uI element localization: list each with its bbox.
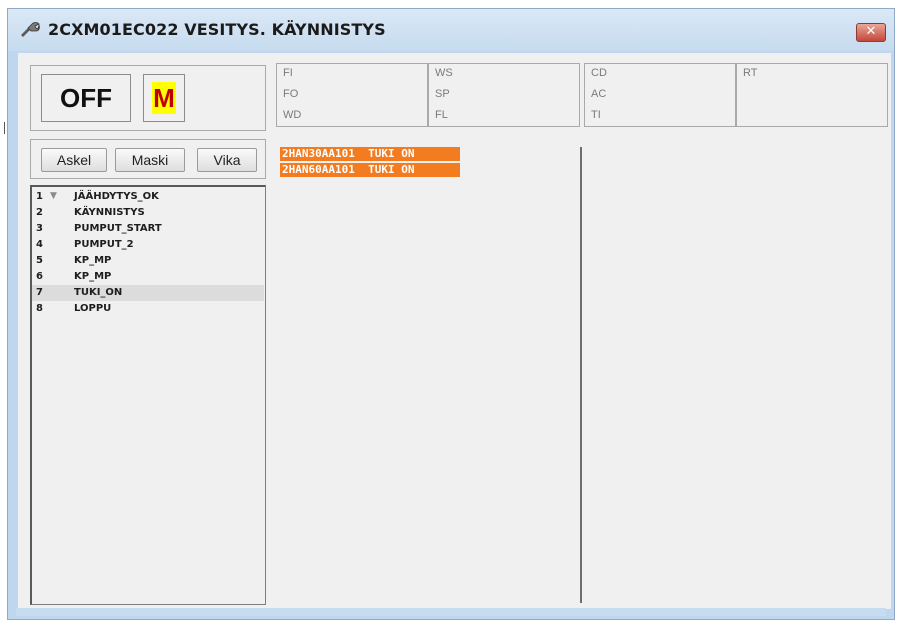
code-sp: SP (435, 88, 450, 100)
list-item-selected[interactable]: 7 TUKI_ON (32, 285, 264, 301)
mode-panel: OFF M (30, 65, 266, 131)
step-label: JÄÄHDYTYS_OK (74, 191, 159, 202)
code-rt: RT (743, 67, 758, 79)
title-bar[interactable]: 2CXM01EC022 VESITYS. KÄYNNISTYS ✕ (8, 9, 894, 51)
step-number: 1 (36, 191, 43, 202)
alarm-row[interactable]: 2HAN30AA101 TUKI ON (280, 147, 460, 161)
step-label: TUKI_ON (74, 287, 123, 298)
code-cell-2: WS SP FL (428, 63, 580, 127)
code-fl: FL (435, 109, 448, 121)
action-button-row: Askel Maski Vika (30, 139, 266, 179)
step-number: 8 (36, 303, 43, 314)
code-ac: AC (591, 88, 607, 100)
run-state-indicator: OFF (41, 74, 131, 122)
step-label: PUMPUT_START (74, 223, 162, 234)
manual-mode-indicator: M (152, 82, 176, 114)
step-label: KP_MP (74, 271, 112, 282)
alarm-row[interactable]: 2HAN60AA101 TUKI ON (280, 163, 460, 177)
code-wd: WD (283, 109, 302, 121)
step-number: 7 (36, 287, 43, 298)
code-ti: TI (591, 109, 601, 121)
list-item[interactable]: 8 LOPPU (32, 301, 264, 317)
code-fi: FI (283, 67, 293, 79)
step-label: LOPPU (74, 303, 112, 314)
window-bottom-border (16, 608, 886, 616)
mode-indicator-box: M (143, 74, 185, 122)
window-title: 2CXM01EC022 VESITYS. KÄYNNISTYS (48, 20, 386, 39)
askel-button[interactable]: Askel (41, 148, 107, 172)
step-number: 6 (36, 271, 43, 282)
step-number: 4 (36, 239, 43, 250)
column-divider (580, 147, 582, 603)
current-step-arrow-icon: ▼ (50, 191, 57, 201)
list-item[interactable]: 4 PUMPUT_2 (32, 237, 264, 253)
code-cell-1: FI FO WD (276, 63, 428, 127)
step-number: 2 (36, 207, 43, 218)
code-ws: WS (435, 67, 453, 79)
tools-icon (21, 22, 40, 37)
list-item[interactable]: 3 PUMPUT_START (32, 221, 264, 237)
window-content: OFF M FI FO WD WS SP FL CD AC TI RT Aske… (18, 53, 891, 609)
sequence-window: 2CXM01EC022 VESITYS. KÄYNNISTYS ✕ OFF M … (7, 8, 895, 620)
code-cell-4: RT (736, 63, 888, 127)
step-number: 5 (36, 255, 43, 266)
code-cd: CD (591, 67, 607, 79)
list-item[interactable]: 5 KP_MP (32, 253, 264, 269)
maski-button[interactable]: Maski (115, 148, 185, 172)
close-button[interactable]: ✕ (856, 23, 886, 42)
sequence-step-list[interactable]: 1 ▼ JÄÄHDYTYS_OK 2 KÄYNNISTYS 3 PUMPUT_S… (30, 185, 266, 605)
list-item[interactable]: 6 KP_MP (32, 269, 264, 285)
background-edge (4, 122, 9, 134)
step-label: PUMPUT_2 (74, 239, 134, 250)
step-label: KP_MP (74, 255, 112, 266)
vika-button[interactable]: Vika (197, 148, 257, 172)
list-item[interactable]: 2 KÄYNNISTYS (32, 205, 264, 221)
step-number: 3 (36, 223, 43, 234)
code-cell-3: CD AC TI (584, 63, 736, 127)
step-label: KÄYNNISTYS (74, 207, 145, 218)
list-item[interactable]: 1 ▼ JÄÄHDYTYS_OK (32, 189, 264, 205)
code-fo: FO (283, 88, 299, 100)
